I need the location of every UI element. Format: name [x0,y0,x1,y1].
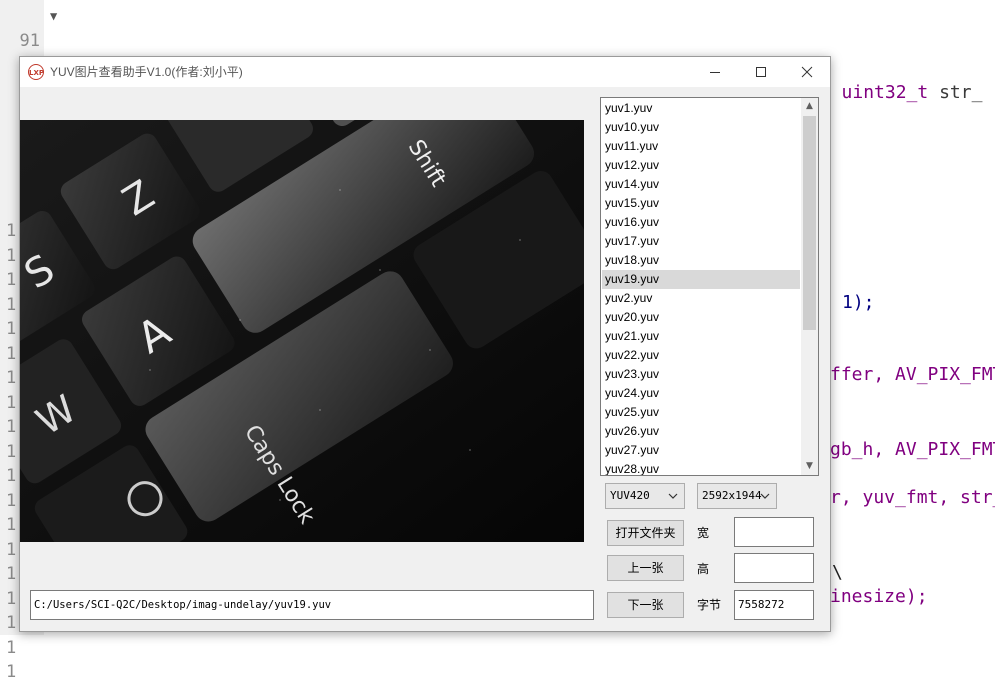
code-fragment: 1); [842,292,875,313]
fold-arrow-icon[interactable]: ▼ [50,3,57,29]
open-folder-button[interactable]: 打开文件夹 [607,520,684,546]
list-item[interactable]: yuv14.yuv [602,175,800,194]
list-item[interactable]: yuv27.yuv [602,441,800,460]
list-item[interactable]: yuv10.yuv [602,118,800,137]
list-item[interactable]: yuv17.yuv [602,232,800,251]
size-select-value: 2592x1944 [702,489,762,502]
line-number: 1 [6,490,17,511]
code-fragment: r, yuv_fmt, str_ [830,487,995,508]
maximize-button[interactable] [738,57,784,87]
list-item[interactable]: yuv28.yuv [602,460,800,475]
list-scrollbar[interactable]: ▲ ▼ [801,98,818,475]
chevron-down-icon [760,484,770,517]
title-bar[interactable]: LXP YUV图片查看助手V1.0(作者:刘小平) [20,57,830,87]
window-title: YUV图片查看助手V1.0(作者:刘小平) [50,65,243,79]
code-fragment: \ [832,562,843,583]
bytes-label: 字节 [697,598,722,612]
bytes-field[interactable]: 7558272 [734,590,814,620]
line-number: 1 [6,564,17,584]
list-item[interactable]: yuv11.yuv [602,137,800,156]
line-number: 1 [6,539,17,560]
line-number: 1 [6,637,17,658]
list-item[interactable]: yuv23.yuv [602,365,800,384]
height-label: 高 [697,562,710,576]
format-select[interactable]: YUV420 [605,483,685,509]
prev-image-button[interactable]: 上一张 [607,555,684,581]
next-image-button[interactable]: 下一张 [607,592,684,618]
line-number: 1 [6,515,17,535]
code-fragment: gb_h, AV_PIX_FMT [830,439,995,460]
line-number: 1 [6,613,17,633]
list-item[interactable]: yuv26.yuv [602,422,800,441]
code-fragment: inesize); [830,586,928,607]
keyboard-photo: S Z A W Caps Lock Shift [20,120,584,542]
width-field[interactable] [734,517,814,547]
size-select[interactable]: 2592x1944 [697,483,777,509]
line-number: 1 [6,417,17,437]
format-select-value: YUV420 [610,489,650,502]
yuv-image-preview: S Z A W Caps Lock Shift [20,120,584,542]
line-number: 1 [6,245,17,266]
line-number: 1 [6,319,17,339]
maximize-icon [756,67,766,77]
scroll-down-arrow-icon[interactable]: ▼ [801,458,818,475]
list-item[interactable]: yuv21.yuv [602,327,800,346]
line-number: 1 [6,221,17,241]
line-number: 1 [6,466,17,486]
scroll-thumb[interactable] [803,116,816,330]
line-number: 1 [6,368,17,388]
code-fragment: ffer, AV_PIX_FMT [830,364,995,385]
app-logo-icon: LXP [28,64,44,80]
line-number: 1 [6,441,17,462]
line-number: 1 [6,662,17,682]
close-button[interactable] [784,57,830,87]
yuv-file-list[interactable]: yuv1.yuv yuv10.yuv yuv11.yuv yuv12.yuv yuv14… [600,97,819,476]
line-number: 1 [6,392,17,413]
scroll-up-arrow-icon[interactable]: ▲ [801,98,818,115]
line-number: 1 [6,588,17,609]
height-field[interactable] [734,553,814,583]
line-number: 1 [6,343,17,364]
code-line-91[interactable]: 91 ▼ void MyTest::yuvToRgb(void *str,AVP… [0,2,983,103]
line-number: 1 [6,294,17,315]
width-label: 宽 [697,526,710,540]
line-number: 1 [6,270,17,290]
code-line-92[interactable]: 92 { [0,26,83,101]
list-item[interactable]: yuv20.yuv [602,308,800,327]
chevron-down-icon [668,484,678,517]
list-item[interactable]: yuv18.yuv [602,251,800,270]
list-item[interactable]: yuv15.yuv [602,194,800,213]
list-item[interactable]: yuv24.yuv [602,384,800,403]
list-item[interactable]: yuv2.yuv [602,289,800,308]
list-item[interactable]: yuv1.yuv [602,99,800,118]
file-path-field[interactable]: C:/Users/SCI-Q2C/Desktop/imag-undelay/yu… [30,590,594,620]
list-item[interactable]: yuv12.yuv [602,156,800,175]
list-item[interactable]: yuv22.yuv [602,346,800,365]
minimize-icon [710,72,720,73]
list-item[interactable]: yuv16.yuv [602,213,800,232]
close-icon [801,66,813,78]
list-item[interactable]: yuv25.yuv [602,403,800,422]
minimize-button[interactable] [692,57,738,87]
yuv-viewer-window: LXP YUV图片查看助手V1.0(作者:刘小平) S Z A W Caps L… [19,56,831,632]
list-item[interactable]: yuv19.yuv [602,270,800,289]
